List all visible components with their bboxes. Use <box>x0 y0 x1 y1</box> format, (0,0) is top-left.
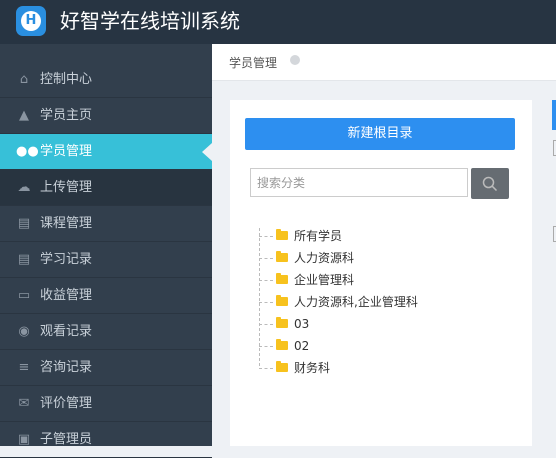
tree-node-label: 03 <box>294 317 310 331</box>
sidebar-item-consult-records[interactable]: ≡ 咨询记录 <box>0 350 212 386</box>
sidebar-item-upload[interactable]: ☁ 上传管理 <box>0 170 212 206</box>
sidebar-item-student-management[interactable]: ●● 学员管理 <box>0 134 212 170</box>
sidebar: ⌂ 控制中心 ▲ 学员主页 ●● 学员管理 ☁ 上传管理 ▤ 课程管理 ▤ 学习… <box>0 44 212 458</box>
breadcrumb: 学员管理 <box>212 44 556 81</box>
top-header: H 好智学在线培训系统 <box>0 0 556 44</box>
app-logo[interactable]: H <box>16 6 46 36</box>
sidebar-item-view-records[interactable]: ◉ 观看记录 <box>0 314 212 350</box>
graduation-cap-icon: ▲ <box>19 108 29 123</box>
sidebar-item-label: 收益管理 <box>40 288 93 303</box>
sidebar-item-label: 咨询记录 <box>40 360 93 375</box>
sidebar-item-reviews[interactable]: ✉ 评价管理 <box>0 386 212 422</box>
tree-node[interactable]: 人力资源科,企业管理科 <box>258 292 518 314</box>
list-icon: ≡ <box>18 360 30 375</box>
sidebar-item-sub-admins[interactable]: ▣ 子管理员 <box>0 422 212 458</box>
tree-node-label: 02 <box>294 339 310 353</box>
new-root-folder-button[interactable]: 新建根目录 <box>245 118 515 150</box>
breadcrumb-current[interactable]: 学员管理 <box>229 54 277 71</box>
sidebar-item-revenue[interactable]: ▭ 收益管理 <box>0 278 212 314</box>
search-icon <box>482 176 498 192</box>
sidebar-item-dashboard[interactable]: ⌂ 控制中心 <box>0 62 212 98</box>
tree-node-label: 财务科 <box>294 361 331 375</box>
search-button[interactable] <box>471 168 509 199</box>
right-panel-button-edge[interactable] <box>552 100 556 130</box>
tree-node[interactable]: 人力资源科 <box>258 248 518 270</box>
tree-node-label: 所有学员 <box>294 229 343 243</box>
sidebar-item-label: 观看记录 <box>40 324 93 339</box>
tree-node-label: 企业管理科 <box>294 273 355 287</box>
category-panel: 新建根目录 所有学员 人力资源科 企业管理科 人力资源科,企业管理科 <box>230 100 532 446</box>
credit-card-icon: ▭ <box>17 288 31 303</box>
sidebar-item-label: 控制中心 <box>40 72 93 87</box>
book-icon: ▤ <box>17 252 31 267</box>
sidebar-item-label: 学习记录 <box>40 252 93 267</box>
lock-icon: ▣ <box>17 432 31 447</box>
tree-node-all-students[interactable]: 所有学员 <box>258 226 518 248</box>
close-tab-icon[interactable] <box>290 55 300 65</box>
users-icon: ●● <box>16 144 39 159</box>
category-search-input[interactable] <box>250 168 468 197</box>
sidebar-item-label: 学员管理 <box>40 144 93 159</box>
folder-icon <box>276 317 288 328</box>
tree-node-label: 人力资源科,企业管理科 <box>294 295 418 309</box>
sidebar-item-student-home[interactable]: ▲ 学员主页 <box>0 98 212 134</box>
folder-icon <box>276 229 288 240</box>
app-title: 好智学在线培训系统 <box>60 9 240 33</box>
folder-icon <box>276 273 288 284</box>
folder-icon <box>276 251 288 262</box>
folder-icon <box>276 295 288 306</box>
eye-icon: ◉ <box>18 324 30 339</box>
cloud-upload-icon: ☁ <box>17 180 31 195</box>
book-icon: ▤ <box>17 216 31 231</box>
sidebar-item-label: 课程管理 <box>40 216 93 231</box>
sidebar-item-label: 上传管理 <box>40 180 93 195</box>
sidebar-item-label: 学员主页 <box>40 108 93 123</box>
tree-node[interactable]: 财务科 <box>258 358 518 380</box>
home-icon: ⌂ <box>19 72 29 87</box>
folder-icon <box>276 339 288 350</box>
tree-node[interactable]: 02 <box>258 336 518 358</box>
tree-node[interactable]: 企业管理科 <box>258 270 518 292</box>
tree-node[interactable]: 03 <box>258 314 518 336</box>
sidebar-item-study-records[interactable]: ▤ 学习记录 <box>0 242 212 278</box>
sidebar-item-label: 子管理员 <box>40 432 93 447</box>
sidebar-item-label: 评价管理 <box>40 396 93 411</box>
logo-letter: H <box>21 11 41 31</box>
sidebar-item-courses[interactable]: ▤ 课程管理 <box>0 206 212 242</box>
folder-icon <box>276 361 288 372</box>
tree-node-label: 人力资源科 <box>294 251 355 265</box>
comments-icon: ✉ <box>18 396 30 411</box>
